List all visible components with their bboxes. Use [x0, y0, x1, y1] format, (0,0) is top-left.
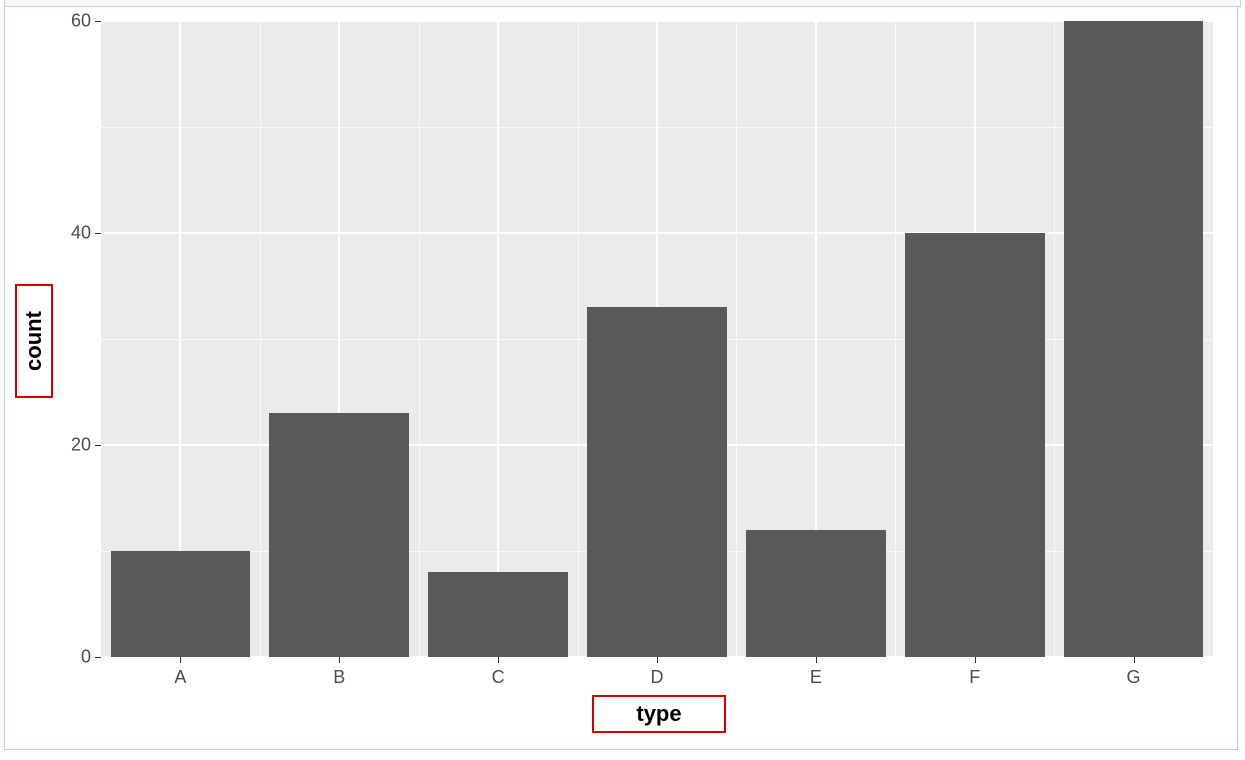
bar-A: [111, 551, 251, 657]
x-tick-label-F: F: [969, 667, 980, 688]
y-tick: [95, 657, 101, 658]
bar-D: [587, 307, 727, 657]
x-tick-label-B: B: [333, 667, 345, 688]
y-tick-label-0: 0: [51, 647, 91, 668]
y-tick-label-60: 60: [51, 11, 91, 32]
x-tick-label-C: C: [492, 667, 505, 688]
x-tick: [1134, 657, 1135, 663]
plot-panel: [101, 21, 1213, 657]
gridline-v-minor: [260, 21, 261, 657]
x-tick: [498, 657, 499, 663]
y-tick: [95, 21, 101, 22]
bar-G: [1064, 21, 1204, 657]
bar-F: [905, 233, 1045, 657]
x-axis-title-highlight: type: [592, 695, 726, 733]
bar-E: [746, 530, 886, 657]
gridline-v-minor: [736, 21, 737, 657]
gridline-v-minor: [1054, 21, 1055, 657]
x-tick-label-E: E: [810, 667, 822, 688]
x-tick: [975, 657, 976, 663]
plot-device: 0 20 40 60 A B C D E F G count type: [4, 6, 1238, 750]
y-axis-title-highlight: count: [15, 284, 53, 398]
bar-C: [428, 572, 568, 657]
gridline-v-minor: [578, 21, 579, 657]
y-axis-title: count: [21, 311, 47, 371]
x-axis-title: type: [636, 701, 681, 727]
y-tick: [95, 233, 101, 234]
gridline-v-minor: [895, 21, 896, 657]
x-tick-label-G: G: [1127, 667, 1141, 688]
gridline-v: [497, 21, 499, 657]
x-tick: [339, 657, 340, 663]
x-tick: [816, 657, 817, 663]
y-tick-label-40: 40: [51, 223, 91, 244]
x-tick-label-D: D: [651, 667, 664, 688]
gridline-v-minor: [419, 21, 420, 657]
x-tick: [180, 657, 181, 663]
y-tick-label-20: 20: [51, 435, 91, 456]
x-tick: [657, 657, 658, 663]
y-tick: [95, 445, 101, 446]
bar-B: [269, 413, 409, 657]
x-tick-label-A: A: [174, 667, 186, 688]
